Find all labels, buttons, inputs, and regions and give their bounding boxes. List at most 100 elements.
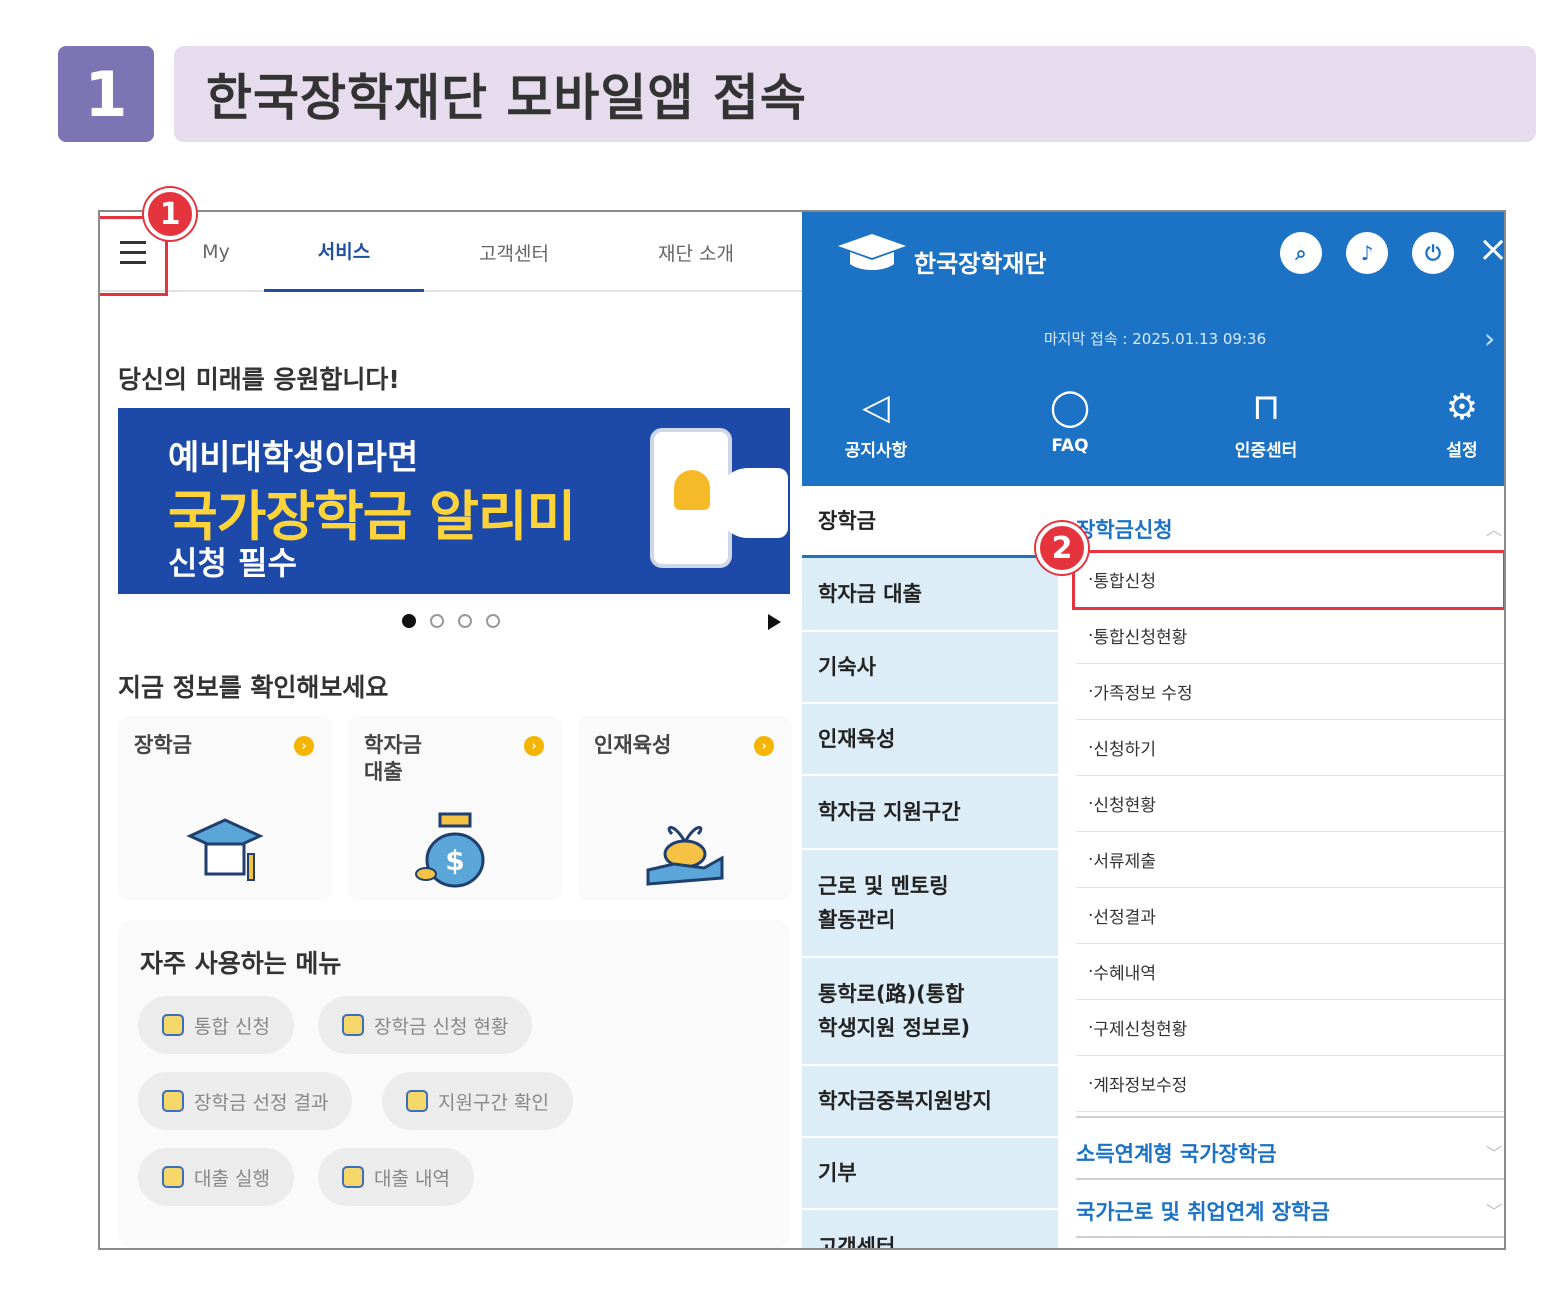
close-icon[interactable]: × bbox=[1478, 230, 1504, 270]
category-donation[interactable]: 기부 bbox=[802, 1138, 1058, 1210]
category-scholarship[interactable]: 장학금 bbox=[802, 486, 1058, 558]
submenu-item[interactable]: · 계좌정보수정 bbox=[1076, 1056, 1504, 1112]
submenu-group-income-linked[interactable]: 소득연계형 국가장학금 bbox=[1076, 1138, 1277, 1168]
submenu-label: 신청현황 bbox=[1093, 796, 1156, 816]
shortcut-loan-execute[interactable]: 대출 실행 bbox=[138, 1148, 294, 1206]
submenu-item[interactable]: · 서류제출 bbox=[1076, 832, 1504, 888]
carousel-dot[interactable] bbox=[458, 614, 472, 628]
submenu-label: 선정결과 bbox=[1093, 908, 1156, 928]
banner-line-3: 신청 필수 bbox=[168, 544, 297, 582]
chevron-down-icon[interactable]: ﹀ bbox=[1486, 1140, 1502, 1164]
shortcut-selection-result[interactable]: 장학금 선정 결과 bbox=[138, 1072, 353, 1130]
carousel-dot[interactable] bbox=[486, 614, 500, 628]
carousel-dot[interactable] bbox=[430, 614, 444, 628]
frequent-menu-title: 자주 사용하는 메뉴 bbox=[140, 949, 342, 978]
category-talent[interactable]: 인재육성 bbox=[802, 704, 1058, 776]
carousel-play-icon[interactable] bbox=[768, 614, 781, 630]
search-icon[interactable]: ⌕ bbox=[1280, 232, 1322, 274]
category-dormitory[interactable]: 기숙사 bbox=[802, 632, 1058, 704]
callout-badge-1: 1 bbox=[144, 188, 196, 240]
shortcut-scholarship-status[interactable]: 장학금 신청 현황 bbox=[318, 996, 533, 1054]
bell-icon bbox=[674, 470, 710, 510]
submenu-item[interactable]: · 신청현황 bbox=[1076, 776, 1504, 832]
award-icon bbox=[162, 1090, 184, 1112]
submenu-group-apply[interactable]: 장학금신청 bbox=[1076, 514, 1173, 544]
tab-service[interactable]: 서비스 bbox=[264, 212, 424, 292]
bell-icon[interactable]: ♪ bbox=[1346, 232, 1388, 274]
card-scholarship[interactable]: 장학금 › bbox=[118, 716, 332, 900]
chevron-down-icon[interactable]: ﹀ bbox=[1486, 1198, 1502, 1222]
submenu-item[interactable]: · 선정결과 bbox=[1076, 888, 1504, 944]
submenu-item[interactable]: · 신청하기 bbox=[1076, 720, 1504, 776]
speaker-icon: ◁ bbox=[862, 387, 890, 428]
submenu-label: 서류제출 bbox=[1093, 852, 1156, 872]
submenu-label: 통합신청현황 bbox=[1093, 628, 1188, 648]
card-talent-development[interactable]: 인재육성 › bbox=[578, 716, 792, 900]
graduation-cap-logo-icon bbox=[838, 234, 906, 270]
submenu-label: 구제신청현황 bbox=[1093, 1020, 1188, 1040]
card-label: 학자금 대출 bbox=[364, 733, 422, 784]
submenu-item[interactable]: · 수혜내역 bbox=[1076, 944, 1504, 1000]
quick-notice[interactable]: ◁ 공지사항 bbox=[816, 387, 936, 462]
shortcut-label: 대출 내역 bbox=[374, 1167, 450, 1190]
carousel-dots bbox=[402, 614, 500, 628]
magnifier-icon bbox=[406, 1090, 428, 1112]
last-login-text: 마지막 접속 : 2025.01.13 09:36 bbox=[1043, 330, 1267, 348]
carousel-dot[interactable] bbox=[402, 614, 416, 628]
category-customer-center[interactable]: 고객센터 bbox=[802, 1210, 1058, 1248]
category-work-mentoring[interactable]: 근로 및 멘토링 활동관리 bbox=[802, 850, 1058, 958]
submenu-panel: 장학금신청 ︿ · 통합신청 · 통합신청현황 · 가족정보 수정 · 신청하기… bbox=[1058, 486, 1504, 1248]
divider bbox=[1076, 1116, 1504, 1118]
arrow-right-icon: › bbox=[524, 736, 544, 756]
menu-body: 장학금 학자금 대출 기숙사 인재육성 학자금 지원구간 근로 및 멘토링 활동… bbox=[802, 486, 1504, 1248]
quick-settings[interactable]: ⚙ 설정 bbox=[1402, 387, 1504, 462]
highlight-integrated-apply bbox=[1072, 550, 1504, 610]
power-icon[interactable]: ⏻ bbox=[1412, 232, 1454, 274]
step-title-box: 한국장학재단 모바일앱 접속 bbox=[174, 46, 1536, 142]
chevron-up-icon[interactable]: ︿ bbox=[1486, 516, 1502, 540]
shortcut-integrated-apply[interactable]: 통합 신청 bbox=[138, 996, 294, 1054]
chat-icon: ◯ bbox=[1049, 387, 1091, 428]
submenu-label: 신청하기 bbox=[1093, 740, 1156, 760]
quick-label: 공지사항 bbox=[844, 441, 908, 461]
quick-label: FAQ bbox=[1051, 436, 1089, 456]
chevron-right-icon[interactable]: › bbox=[1484, 322, 1495, 355]
info-section-title: 지금 정보를 확인해보세요 bbox=[118, 673, 389, 702]
tab-about[interactable]: 재단 소개 bbox=[616, 212, 776, 292]
shortcut-label: 대출 실행 bbox=[194, 1167, 270, 1190]
card-student-loan[interactable]: 학자금 대출 › $ bbox=[348, 716, 562, 900]
submenu-label: 가족정보 수정 bbox=[1093, 684, 1193, 704]
arrow-right-icon: › bbox=[754, 736, 774, 756]
gear-icon: ⚙ bbox=[1445, 387, 1479, 428]
money-bag-icon: $ bbox=[415, 812, 485, 888]
category-support-bracket[interactable]: 학자금 지원구간 bbox=[802, 776, 1058, 850]
category-tonghakro[interactable]: 통학로(路)(통합 학생지원 정보로) bbox=[802, 958, 1058, 1066]
shortcut-label: 통합 신청 bbox=[194, 1015, 270, 1038]
app-menu-screen: 한국장학재단 ⌕ ♪ ⏻ × 마지막 접속 : 2025.01.13 09:36… bbox=[802, 212, 1504, 1248]
submenu-item[interactable]: · 구제신청현황 bbox=[1076, 1000, 1504, 1056]
shortcut-support-bracket[interactable]: 지원구간 확인 bbox=[382, 1072, 573, 1130]
greeting-text: 당신의 미래를 응원합니다! bbox=[118, 365, 400, 394]
arrow-right-icon: › bbox=[294, 736, 314, 756]
screenshot-frame: My 서비스 고객센터 재단 소개 당신의 미래를 응원합니다! 예비대학생이라… bbox=[98, 210, 1506, 1250]
category-list: 장학금 학자금 대출 기숙사 인재육성 학자금 지원구간 근로 및 멘토링 활동… bbox=[802, 486, 1058, 1248]
shortcut-loan-history[interactable]: 대출 내역 bbox=[318, 1148, 474, 1206]
submenu-group-work-linked[interactable]: 국가근로 및 취업연계 장학금 bbox=[1076, 1196, 1330, 1226]
category-duplicate-prevention[interactable]: 학자금중복지원방지 bbox=[802, 1066, 1058, 1138]
search-icon bbox=[162, 1166, 184, 1188]
document-icon bbox=[342, 1014, 364, 1036]
quick-label: 설정 bbox=[1446, 441, 1478, 461]
promo-banner[interactable]: 예비대학생이라면 국가장학금 알리미 신청 필수 bbox=[118, 408, 790, 594]
step-number: 1 bbox=[58, 46, 154, 142]
quick-faq[interactable]: ◯ FAQ bbox=[1010, 387, 1130, 457]
callout-badge-2: 2 bbox=[1036, 522, 1088, 574]
category-student-loan[interactable]: 학자금 대출 bbox=[802, 558, 1058, 632]
submenu-item[interactable]: · 통합신청현황 bbox=[1076, 608, 1504, 664]
tab-customer-center[interactable]: 고객센터 bbox=[434, 212, 594, 292]
shortcut-label: 지원구간 확인 bbox=[438, 1091, 549, 1114]
submenu-item[interactable]: · 가족정보 수정 bbox=[1076, 664, 1504, 720]
pointing-hand-icon bbox=[718, 468, 788, 538]
quick-auth-center[interactable]: ⊓ 인증센터 bbox=[1206, 388, 1326, 462]
app-logo-text: 한국장학재단 bbox=[914, 250, 1047, 278]
graduation-cap-icon bbox=[186, 818, 264, 881]
